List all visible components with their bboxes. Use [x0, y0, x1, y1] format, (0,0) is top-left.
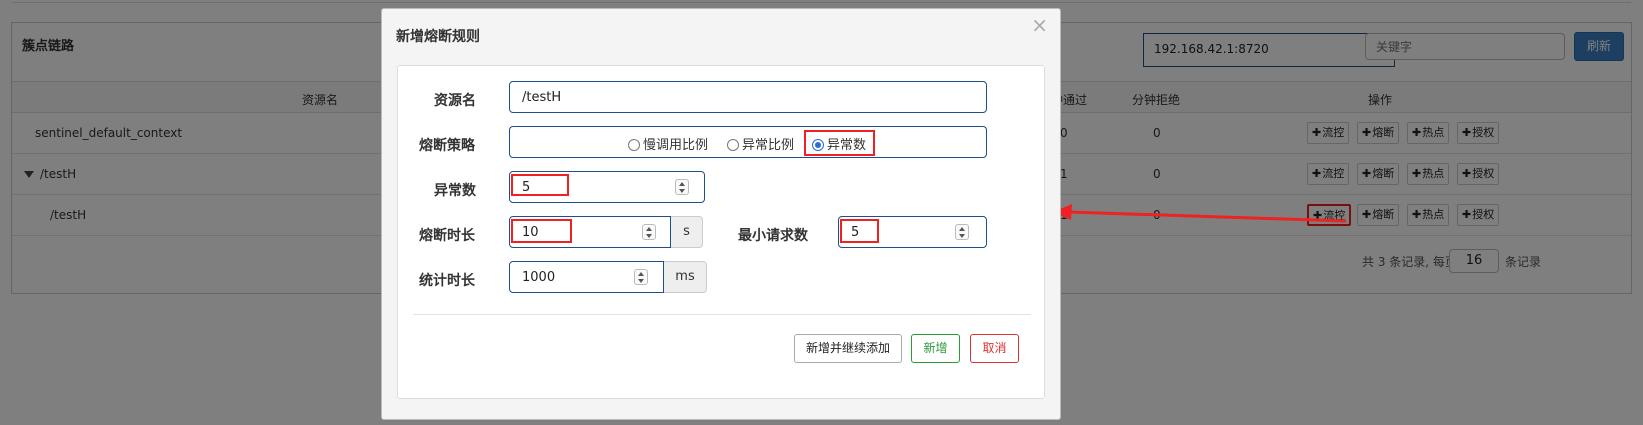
time-window-input[interactable]: 10	[509, 216, 671, 248]
radio-slow-ratio[interactable]: 慢调用比例	[628, 134, 708, 153]
stepper-icon[interactable]	[634, 269, 648, 285]
radio-exception-count[interactable]: 异常数	[812, 134, 866, 153]
strategy-label: 熔断策略	[419, 138, 475, 154]
resource-label: 资源名	[434, 93, 476, 109]
stat-interval-input[interactable]: 1000	[509, 261, 664, 293]
close-icon[interactable]: ×	[1031, 13, 1048, 37]
min-request-label: 最小请求数	[738, 228, 808, 244]
min-request-input[interactable]: 5	[838, 216, 987, 248]
dialog-form: 资源名 /testH 熔断策略 慢调用比例 异常比例 异常数 异常数 5 熔断时…	[397, 65, 1045, 399]
form-divider	[413, 314, 1031, 315]
radio-icon	[727, 139, 739, 151]
resource-input[interactable]: /testH	[509, 81, 987, 113]
radio-exception-ratio[interactable]: 异常比例	[727, 134, 794, 153]
stepper-icon[interactable]	[642, 224, 656, 240]
strategy-radio-group: 慢调用比例 异常比例 异常数	[509, 126, 987, 158]
stepper-icon[interactable]	[955, 224, 969, 240]
time-window-unit: s	[671, 216, 703, 248]
cancel-button[interactable]: 取消	[970, 334, 1019, 363]
dialog-title: 新增熔断规则	[396, 29, 480, 45]
add-and-continue-button[interactable]: 新增并继续添加	[794, 334, 902, 363]
stepper-icon[interactable]	[675, 179, 689, 195]
stat-interval-unit: ms	[664, 261, 707, 293]
radio-selected-icon	[812, 139, 824, 151]
count-input[interactable]: 5	[509, 171, 705, 203]
stat-interval-label: 统计时长	[419, 273, 475, 289]
add-button[interactable]: 新增	[911, 334, 960, 363]
time-window-label: 熔断时长	[419, 228, 475, 244]
radio-icon	[628, 139, 640, 151]
degrade-rule-dialog: 新增熔断规则 × 资源名 /testH 熔断策略 慢调用比例 异常比例 异常数 …	[381, 8, 1061, 420]
count-label: 异常数	[434, 183, 476, 199]
